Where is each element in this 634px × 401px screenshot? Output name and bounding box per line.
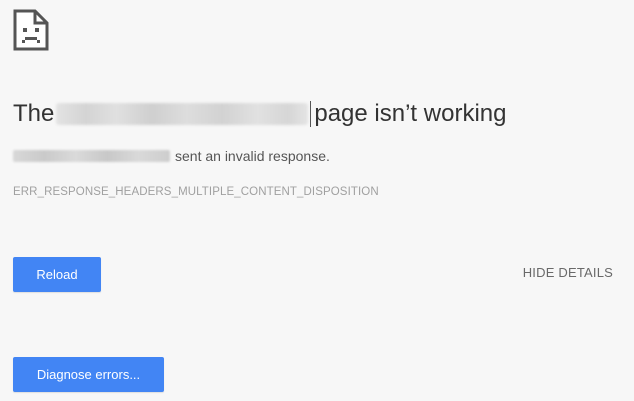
title-prefix: The <box>13 100 55 127</box>
error-summary: sent an invalid response. <box>13 146 330 166</box>
error-page: The page isn’t working sent an invalid r… <box>0 0 634 401</box>
text-caret <box>310 101 312 127</box>
redacted-hostname-small <box>13 150 170 162</box>
diagnose-errors-button[interactable]: Diagnose errors... <box>13 357 164 392</box>
sad-page-icon <box>13 9 49 51</box>
error-code: ERR_RESPONSE_HEADERS_MULTIPLE_CONTENT_DI… <box>13 186 379 198</box>
page-title: The page isn’t working <box>13 98 506 130</box>
summary-text: sent an invalid response. <box>175 148 330 164</box>
redacted-hostname <box>56 103 309 125</box>
hide-details-button[interactable]: HIDE DETAILS <box>523 265 613 280</box>
reload-button[interactable]: Reload <box>13 257 101 292</box>
title-suffix: page isn’t working <box>314 100 507 127</box>
